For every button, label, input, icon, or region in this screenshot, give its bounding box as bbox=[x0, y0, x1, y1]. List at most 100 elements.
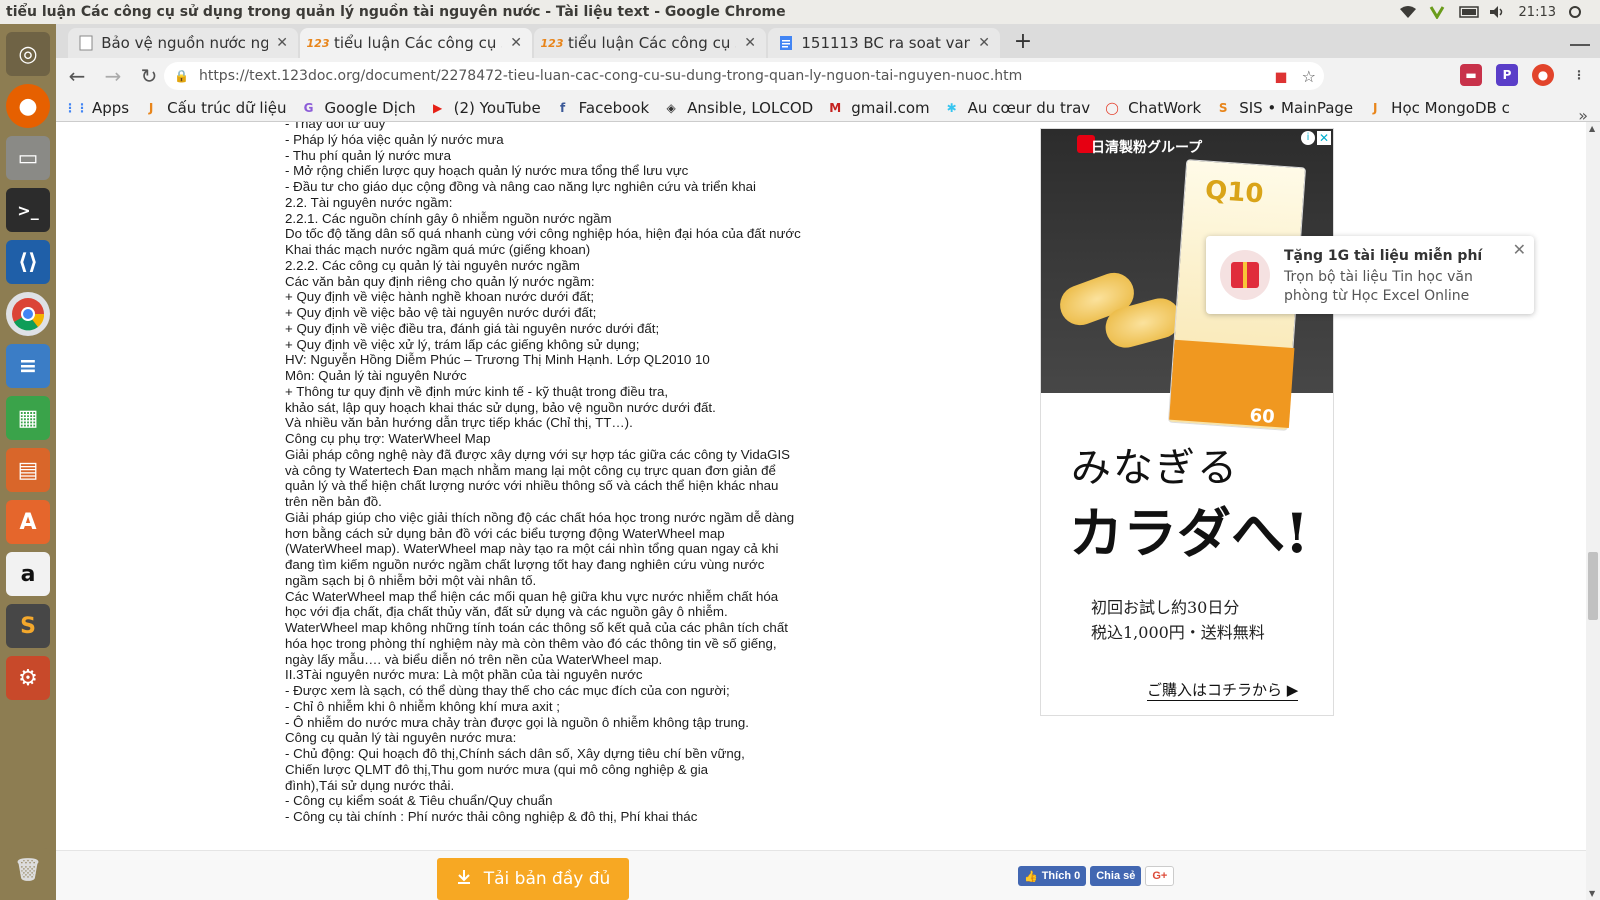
bookmark-item[interactable]: Mgmail.com bbox=[827, 99, 929, 117]
page-scrollbar[interactable]: ▲ ▼ bbox=[1586, 122, 1600, 900]
battery-icon[interactable] bbox=[1458, 5, 1479, 19]
ad-cta[interactable]: ご購入はコチラから ▶ bbox=[1147, 679, 1299, 701]
doc-icon bbox=[78, 35, 93, 51]
clock[interactable]: 21:13 bbox=[1519, 5, 1556, 20]
download-full-button[interactable]: Tải bản đầy đủ bbox=[437, 858, 629, 900]
minimize-icon[interactable] bbox=[1570, 34, 1590, 46]
tab-bc-ra-soat[interactable]: 151113 BC ra soat van bar ✕ bbox=[768, 28, 1000, 58]
document-line: 2.2.2. Các công cụ quản lý tài nguyên nư… bbox=[285, 257, 580, 273]
bookmark-item[interactable]: J Học MongoDB c bbox=[1367, 99, 1510, 117]
terminal-icon[interactable]: >_ bbox=[6, 188, 50, 232]
amazon-icon[interactable]: a bbox=[6, 552, 50, 596]
tab-tieu-luan-active[interactable]: 123 tiểu luận Các công cụ sử ✕ bbox=[300, 28, 532, 58]
power-gear-icon[interactable] bbox=[1568, 5, 1586, 19]
tab-label: tiểu luận Các công cụ sử bbox=[568, 34, 737, 52]
address-bar[interactable]: 🔒 https://text.123doc.org/document/22784… bbox=[164, 62, 1324, 90]
files-icon[interactable]: ▭ bbox=[6, 136, 50, 180]
url-text: https://text.123doc.org/document/2278472… bbox=[198, 68, 1023, 84]
chrome-icon[interactable] bbox=[6, 292, 50, 336]
scroll-down-icon[interactable]: ▼ bbox=[1589, 889, 1595, 898]
tab-bao-ve[interactable]: Bảo vệ nguồn nước ngầ ✕ bbox=[68, 28, 298, 58]
bookmark-item[interactable]: ◈ Ansible, LOLCOD bbox=[663, 99, 814, 117]
impress-icon[interactable]: ▤ bbox=[6, 448, 50, 492]
blocked-popup-icon[interactable]: ◼ bbox=[1274, 67, 1287, 86]
bookmark-star-icon[interactable]: ☆ bbox=[1302, 67, 1316, 86]
bookmark-icon: ◯ bbox=[1105, 100, 1119, 115]
bookmark-item[interactable]: ▶ (2) YouTube bbox=[430, 99, 541, 117]
facebook-share-button[interactable]: Chia sẻ bbox=[1090, 866, 1142, 886]
advertisement[interactable]: 日清製粉グループ Q10 60 みなぎる カラダへ! 初回お試し約30日分 税込… bbox=[1040, 128, 1334, 716]
notification-body: Trọn bộ tài liệu Tin học văn phòng từ Họ… bbox=[1284, 269, 1473, 304]
document-line: Và nhiều văn bản hướng dẫn trực tiếp khá… bbox=[285, 415, 633, 431]
notification-close-icon[interactable]: ✕ bbox=[1513, 240, 1526, 259]
forward-button[interactable]: → bbox=[98, 61, 128, 91]
document-line: - Thay đổi tư duy bbox=[285, 122, 386, 131]
close-icon[interactable]: ✕ bbox=[744, 35, 756, 51]
promo-notification[interactable]: Tặng 1G tài liệu miễn phí Trọn bộ tài li… bbox=[1206, 236, 1534, 314]
bookmarks-bar: ⋮⋮ Apps J Cấu trúc dữ liệu G Google Dịch ▶ (2) … bbox=[56, 94, 1600, 122]
bookmark-icon: J bbox=[1372, 100, 1378, 115]
document-line: - Thu phí quản lý nước mưa bbox=[285, 147, 451, 163]
wifi-icon[interactable] bbox=[1399, 5, 1417, 19]
document-line: khảo sát, lập quy hoạch khai thác sử dụn… bbox=[285, 399, 716, 415]
profile-avatar[interactable]: ● bbox=[1532, 64, 1554, 86]
bookmark-item[interactable]: G Google Dịch bbox=[301, 99, 416, 117]
bookmark-label: Facebook bbox=[578, 98, 650, 117]
scrollbar-thumb[interactable] bbox=[1588, 552, 1598, 620]
product-label: Q10 bbox=[1204, 175, 1265, 210]
back-button[interactable]: ← bbox=[62, 61, 92, 91]
extension-book-icon[interactable]: ▬ bbox=[1460, 64, 1482, 86]
window-title: tiểu luận Các công cụ sử dụng trong quản… bbox=[6, 4, 786, 20]
firefox-icon[interactable]: ● bbox=[6, 84, 50, 128]
document-line: hơn bằng cách sử dụng bản đồ với các biể… bbox=[285, 525, 725, 541]
social-buttons: 👍 Thích 0 Chia sẻ G+ bbox=[1018, 866, 1175, 886]
browser-window: Bảo vệ nguồn nước ngầ ✕ 123 tiểu luận Cá… bbox=[56, 24, 1600, 900]
document-line: (WaterWheel map). WaterWheel map này tạo… bbox=[285, 541, 779, 557]
settings-icon[interactable]: ⚙ bbox=[6, 656, 50, 700]
facebook-like-button[interactable]: 👍 Thích 0 bbox=[1018, 866, 1087, 886]
bookmark-item[interactable]: S SIS • MainPage bbox=[1215, 99, 1353, 117]
bookmark-label: gmail.com bbox=[851, 98, 930, 117]
close-icon[interactable]: ✕ bbox=[276, 35, 288, 51]
sublime-icon[interactable]: S bbox=[6, 604, 50, 648]
ad-close-icon[interactable]: ✕ bbox=[1317, 131, 1331, 145]
update-icon[interactable] bbox=[1429, 5, 1447, 20]
close-icon[interactable]: ✕ bbox=[510, 35, 522, 51]
ad-offer-1: 初回お試し約30日分 bbox=[1091, 598, 1240, 617]
bookmark-item[interactable]: f Facebook bbox=[555, 99, 649, 117]
trash-icon[interactable]: 🗑 bbox=[6, 848, 50, 892]
document-line: quản lý và thể hiện chất lượng nước với … bbox=[285, 478, 779, 494]
sticky-bottom-bar: Tải bản đầy đủ 👍 Thích 0 Chia sẻ G+ bbox=[56, 850, 1586, 900]
vscode-icon[interactable]: ⟨⟩ bbox=[6, 240, 50, 284]
tab-tieu-luan-2[interactable]: 123 tiểu luận Các công cụ sử ✕ bbox=[534, 28, 766, 58]
download-label: Tải bản đầy đủ bbox=[483, 869, 611, 889]
document-line: Giải pháp công nghệ này đã được xây dựng… bbox=[285, 446, 791, 462]
bookmark-item[interactable]: ◯ ChatWork bbox=[1104, 99, 1201, 117]
ad-brand: 日清製粉グループ bbox=[1091, 140, 1203, 156]
menu-icon[interactable]: ⋮ bbox=[1568, 64, 1590, 86]
calc-icon[interactable]: ▦ bbox=[6, 396, 50, 440]
reload-button[interactable]: ↻ bbox=[134, 61, 164, 91]
document-line: Công cụ quản lý tài nguyên nước mưa: bbox=[285, 730, 517, 746]
scroll-up-icon[interactable]: ▲ bbox=[1589, 124, 1595, 133]
bookmark-icon: ◈ bbox=[666, 100, 676, 115]
google-plus-button[interactable]: G+ bbox=[1145, 866, 1175, 886]
document-line: + Quy định về việc hành nghề khoan nước … bbox=[285, 289, 595, 305]
volume-icon[interactable] bbox=[1489, 5, 1507, 19]
extension-purple-icon[interactable]: P bbox=[1496, 64, 1518, 86]
ubuntu-icon[interactable]: ◎ bbox=[6, 32, 50, 76]
ad-info-icon[interactable]: i bbox=[1301, 131, 1315, 145]
close-icon[interactable]: ✕ bbox=[978, 35, 990, 51]
document-line: II.3Tài nguyên nước mưa: Là một phần của… bbox=[285, 667, 643, 683]
download-icon bbox=[456, 869, 472, 890]
bookmark-item[interactable]: ⋮⋮ Apps bbox=[64, 99, 129, 117]
document-line: - Được xem là sạch, có thể dùng thay thế… bbox=[285, 683, 730, 698]
bookmark-item[interactable]: J Cấu trúc dữ liệu bbox=[143, 99, 287, 117]
bookmark-icon: G bbox=[303, 100, 314, 115]
software-center-icon[interactable]: A bbox=[6, 500, 50, 544]
new-tab-button[interactable]: + bbox=[1010, 30, 1036, 56]
writer-icon[interactable]: ≡ bbox=[6, 344, 50, 388]
bookmark-item[interactable]: ✱ Au cœur du trav bbox=[944, 99, 1091, 117]
product-count: 60 bbox=[1248, 405, 1276, 428]
lock-icon[interactable]: 🔒 bbox=[174, 69, 189, 83]
